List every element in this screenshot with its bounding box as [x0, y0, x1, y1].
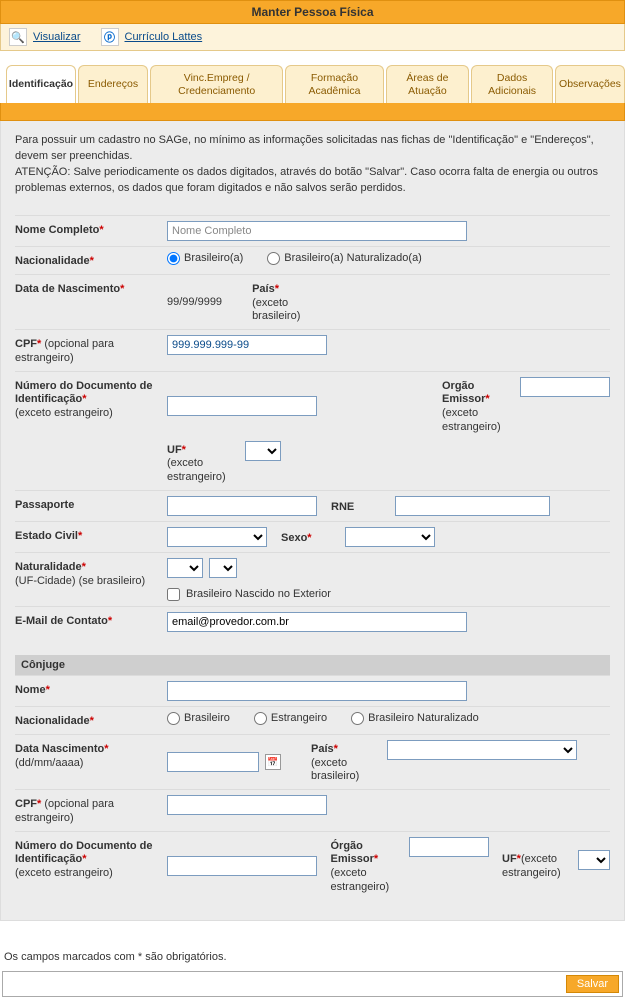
label-nacionalidade: Nacionalidade* — [15, 252, 167, 269]
label-rne: RNE — [331, 498, 381, 515]
nascido-exterior-checkbox[interactable] — [167, 588, 180, 601]
page-title: Manter Pessoa Física — [0, 0, 625, 24]
intro-line1: Para possuir um cadastro no SAGe, no mín… — [15, 133, 610, 165]
numdoc-input[interactable] — [167, 396, 317, 416]
nome-completo-input[interactable] — [167, 221, 467, 241]
passaporte-input[interactable] — [167, 496, 317, 516]
tab-underline — [0, 103, 625, 121]
estado-civil-select[interactable] — [167, 527, 267, 547]
label-conjuge-pais: País*(exceto brasileiro) — [311, 740, 381, 784]
radio-c-bras-nat[interactable] — [351, 712, 364, 725]
tab-formacao[interactable]: Formação Acadêmica — [285, 65, 383, 103]
toolbar: 🔍 Visualizar ⓟ Currículo Lattes — [0, 24, 625, 51]
naturalidade-uf-select[interactable] — [167, 558, 203, 578]
radio-brasileiro-label: Brasileiro(a) — [184, 252, 243, 264]
lattes-link[interactable]: Currículo Lattes — [125, 31, 203, 43]
naturalidade-cidade-select[interactable] — [209, 558, 237, 578]
cpf-input[interactable] — [167, 335, 327, 355]
tab-atuacao[interactable]: Áreas de Atuação — [386, 65, 470, 103]
label-conjuge-data-nasc: Data Nascimento*(dd/mm/aaaa) — [15, 740, 167, 771]
data-nasc-value: 99/99/9999 — [167, 296, 222, 308]
lattes-icon: ⓟ — [101, 28, 119, 46]
radio-c-estrangeiro[interactable] — [254, 712, 267, 725]
label-conjuge-cpf: CPF* (opcional para estrangeiro) — [15, 795, 167, 826]
label-orgao: Orgão Emissor*(exceto estrangeiro) — [442, 377, 514, 435]
label-numdoc: Número do Documento de Identificação*(ex… — [15, 377, 167, 421]
tab-enderecos[interactable]: Endereços — [78, 65, 148, 103]
sexo-select[interactable] — [345, 527, 435, 547]
label-estado-civil: Estado Civil* — [15, 527, 167, 544]
tab-identificacao[interactable]: Identificação — [6, 65, 76, 103]
label-sexo: Sexo* — [281, 529, 331, 546]
orgao-input[interactable] — [520, 377, 610, 397]
label-conjuge-nacionalidade: Nacionalidade* — [15, 712, 167, 729]
label-nome-completo: Nome Completo* — [15, 221, 167, 238]
label-conjuge-nome: Nome* — [15, 681, 167, 698]
label-conjuge-orgao: Órgão Emissor*(exceto estrangeiro) — [331, 837, 403, 895]
conjuge-orgao-input[interactable] — [409, 837, 489, 857]
intro-text: Para possuir um cadastro no SAGe, no mín… — [15, 133, 610, 197]
save-button[interactable]: Salvar — [566, 975, 619, 993]
label-conjuge-numdoc: Número do Documento de Identificação*(ex… — [15, 837, 167, 881]
conjuge-pais-select[interactable] — [387, 740, 577, 760]
content-panel: Para possuir um cadastro no SAGe, no mín… — [0, 121, 625, 921]
radio-c-brasileiro[interactable] — [167, 712, 180, 725]
required-note: Os campos marcados com * são obrigatório… — [4, 951, 625, 963]
search-icon: 🔍 — [9, 28, 27, 46]
radio-brasileiro-nat-label: Brasileiro(a) Naturalizado(a) — [284, 252, 422, 264]
label-naturalidade: Naturalidade*(UF-Cidade) (se brasileiro) — [15, 558, 167, 589]
rne-input[interactable] — [395, 496, 550, 516]
tab-vinc[interactable]: Vinc.Empreg / Credenciamento — [150, 65, 283, 103]
calendar-icon[interactable]: 📅 — [265, 754, 281, 770]
conjuge-data-nasc-input[interactable] — [167, 752, 259, 772]
tab-obs[interactable]: Observações — [555, 65, 625, 103]
nascido-exterior-label: Brasileiro Nascido no Exterior — [186, 588, 331, 600]
radio-c-bras-nat-label: Brasileiro Naturalizado — [368, 712, 479, 724]
radio-c-estrangeiro-label: Estrangeiro — [271, 712, 327, 724]
radio-brasileiro-nat[interactable] — [267, 252, 280, 265]
radio-c-brasileiro-label: Brasileiro — [184, 712, 230, 724]
intro-line2: ATENÇÃO: Salve periodicamente os dados d… — [15, 165, 610, 197]
tabs: Identificação Endereços Vinc.Empreg / Cr… — [0, 65, 625, 103]
label-pais: País*(exceto brasileiro) — [252, 280, 332, 324]
conjuge-nome-input[interactable] — [167, 681, 467, 701]
email-input[interactable] — [167, 612, 467, 632]
label-conjuge-uf: UF*(exceto estrangeiro) — [502, 850, 572, 881]
label-uf: UF*(exceto estrangeiro) — [167, 441, 239, 485]
visualizar-link[interactable]: Visualizar — [33, 31, 81, 43]
bottom-bar: Salvar — [2, 971, 623, 997]
conjuge-cpf-input[interactable] — [167, 795, 327, 815]
conjuge-uf-select[interactable] — [578, 850, 610, 870]
label-passaporte: Passaporte — [15, 496, 167, 513]
conjuge-header: Cônjuge — [15, 655, 610, 675]
uf-select[interactable] — [245, 441, 281, 461]
label-data-nasc: Data de Nascimento* — [15, 280, 167, 297]
label-email: E-Mail de Contato* — [15, 612, 167, 629]
tab-dados[interactable]: Dados Adicionais — [471, 65, 553, 103]
conjuge-numdoc-input[interactable] — [167, 856, 317, 876]
label-cpf: CPF* (opcional para estrangeiro) — [15, 335, 167, 366]
radio-brasileiro[interactable] — [167, 252, 180, 265]
